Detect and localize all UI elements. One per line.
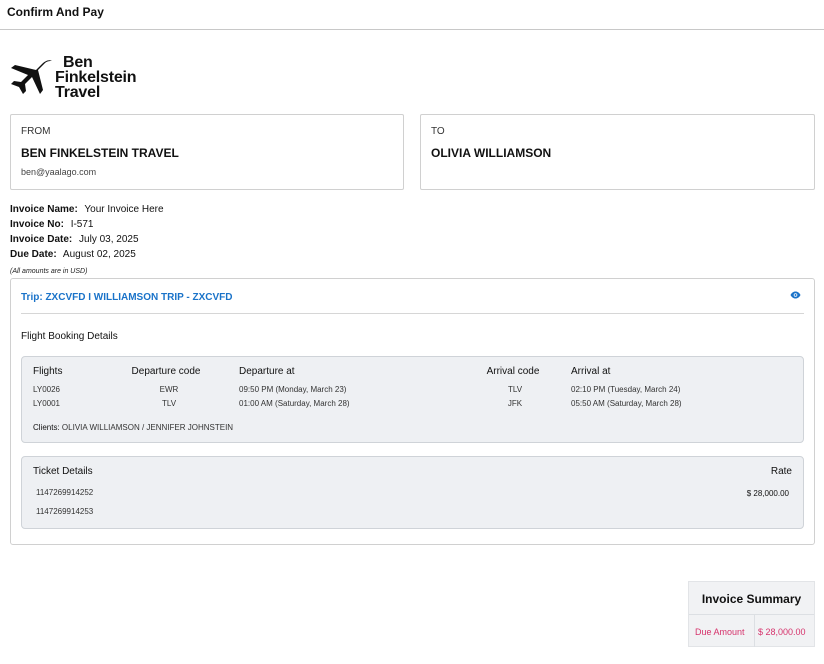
- summary-divider: [689, 614, 814, 615]
- departure-code-1: EWR: [159, 385, 179, 394]
- departure-code-2: TLV: [161, 399, 177, 408]
- tickets-table: Ticket Details Rate 1147269914252 114726…: [21, 456, 804, 529]
- col-departure-code: Departure code: [131, 366, 201, 377]
- trip-title-link[interactable]: Trip: ZXCVFD I WILLIAMSON TRIP - ZXCVFD: [21, 292, 232, 303]
- trip-divider: [21, 313, 804, 314]
- company-logo: Ben Finkelstein Travel: [9, 55, 149, 103]
- clients-line: Clients: OLIVIA WILLIAMSON / JENNIFER JO…: [33, 423, 233, 432]
- brand-name: Ben Finkelstein Travel: [45, 54, 137, 101]
- brand-line-3: Travel: [55, 84, 101, 101]
- invoice-name-value: Your Invoice Here: [84, 204, 164, 215]
- to-label: TO: [431, 126, 445, 137]
- invoice-no-label: Invoice No:: [10, 219, 64, 230]
- col-arrival-at: Arrival at: [571, 366, 611, 377]
- summary-column-divider: [754, 615, 755, 647]
- brand-line-1: Ben: [63, 54, 93, 71]
- page-title: Confirm And Pay: [7, 5, 104, 19]
- col-departure-at: Departure at: [239, 366, 295, 377]
- eye-icon[interactable]: [790, 291, 801, 299]
- flight-number-2: LY0001: [33, 399, 60, 408]
- from-card: FROM BEN FINKELSTEIN TRAVEL ben@yaalago.…: [10, 114, 404, 190]
- due-date-value: August 02, 2025: [62, 249, 136, 260]
- from-name: BEN FINKELSTEIN TRAVEL: [21, 146, 179, 160]
- col-flights: Flights: [33, 366, 63, 377]
- to-card: TO OLIVIA WILLIAMSON: [420, 114, 815, 190]
- invoice-date-label: Invoice Date:: [10, 234, 73, 245]
- trip-card: Trip: ZXCVFD I WILLIAMSON TRIP - ZXCVFD …: [10, 278, 815, 545]
- ticket-rate: $ 28,000.00: [746, 489, 789, 498]
- invoice-date-row: Invoice Date: July 03, 2025: [10, 232, 164, 247]
- col-arrival-code: Arrival code: [486, 366, 540, 377]
- invoice-name-row: Invoice Name: Your Invoice Here: [10, 202, 164, 217]
- top-bar: Confirm And Pay: [0, 0, 824, 30]
- invoice-summary: Invoice Summary Due Amount $ 28,000.00: [688, 581, 815, 647]
- from-label: FROM: [21, 126, 51, 137]
- arrival-at-2: 05:50 AM (Saturday, March 28): [571, 399, 682, 408]
- ticket-number-2: 1147269914253: [36, 507, 94, 516]
- to-name: OLIVIA WILLIAMSON: [431, 146, 552, 160]
- departure-at-2: 01:00 AM (Saturday, March 28): [239, 399, 350, 408]
- clients-value: OLIVIA WILLIAMSON / JENNIFER JOHNSTEIN: [61, 423, 234, 432]
- departure-at-1: 09:50 PM (Monday, March 23): [239, 385, 347, 394]
- due-amount-value: $ 28,000.00: [758, 627, 806, 637]
- flights-table: Flights Departure code Departure at Arri…: [21, 356, 804, 443]
- ticket-details-header: Ticket Details: [33, 466, 93, 477]
- invoice-no-value: I-571: [70, 219, 94, 230]
- arrival-code-2: JFK: [507, 399, 523, 408]
- flight-section-title: Flight Booking Details: [21, 331, 118, 342]
- arrival-at-1: 02:10 PM (Tuesday, March 24): [571, 385, 681, 394]
- invoice-name-label: Invoice Name:: [10, 204, 78, 215]
- flight-number-1: LY0026: [33, 385, 60, 394]
- invoice-no-row: Invoice No: I-571: [10, 217, 164, 232]
- invoice-meta: Invoice Name: Your Invoice Here Invoice …: [10, 202, 164, 262]
- due-date-label: Due Date:: [10, 249, 57, 260]
- due-amount-label: Due Amount: [695, 627, 745, 637]
- ticket-number-1: 1147269914252: [36, 488, 94, 497]
- clients-label: Clients:: [33, 423, 60, 432]
- due-date-row: Due Date: August 02, 2025: [10, 247, 164, 262]
- arrival-code-1: TLV: [507, 385, 523, 394]
- from-email: ben@yaalago.com: [21, 167, 97, 177]
- brand-line-2: Finkelstein: [55, 69, 137, 86]
- currency-note: (All amounts are in USD): [10, 268, 88, 275]
- invoice-date-value: July 03, 2025: [79, 234, 139, 245]
- rate-header: Rate: [770, 466, 792, 477]
- summary-title: Invoice Summary: [701, 592, 802, 606]
